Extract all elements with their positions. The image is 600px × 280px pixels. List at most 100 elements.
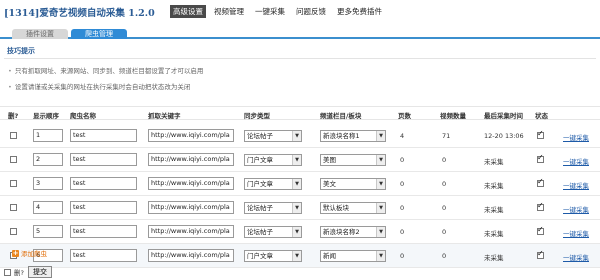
sync-type-select[interactable]: 论坛帖子 ▼ [244,202,302,214]
order-input[interactable]: 5 [33,225,63,238]
last-collected-value: 未采集 [484,182,504,190]
last-collected-value: 未采集 [484,230,504,238]
sync-type-select[interactable]: 门户文章 ▼ [244,250,302,262]
add-icon: + [12,248,19,257]
keyword-url-input[interactable]: http://www.iqiyi.com/pla [148,225,234,238]
keyword-url-input[interactable]: http://www.iqiyi.com/pla [148,201,234,214]
col-keyword: 抓取关键字 [148,112,181,120]
table-row: 4 test http://www.iqiyi.com/pla 论坛帖子 ▼ 默认板块 ▼ 0… [0,196,600,220]
dropdown-arrow-icon: ▼ [292,179,301,189]
col-order: 显示顺序 [33,112,59,120]
status-checkbox[interactable] [537,225,544,235]
row-delete-checkbox[interactable] [10,228,17,235]
pages-value: 4 [400,132,405,140]
channel-select[interactable]: 新浪块名称2 ▼ [320,226,386,238]
collect-now-link[interactable]: 一键采集 [563,204,589,214]
collect-now-link[interactable]: 一键采集 [563,228,589,238]
app-title: [1314]爱奇艺视频自动采集 1.2.0 [4,8,155,19]
status-checkbox[interactable] [537,177,544,187]
pages-value: 0 [400,156,405,164]
dropdown-arrow-icon: ▼ [376,251,385,261]
dropdown-arrow-icon: ▼ [376,155,385,165]
col-channel: 频道栏目/板块 [320,112,362,120]
footer-actions: 删? 提交 [4,266,52,278]
nav-one-click-collect[interactable]: 一键采集 [252,5,288,18]
row-delete-checkbox[interactable] [10,156,17,163]
last-collected-value: 未采集 [484,158,504,166]
pages-value: 0 [400,252,405,260]
name-input[interactable]: test [70,201,137,214]
collect-now-link[interactable]: 一键采集 [563,156,589,166]
col-status: 状态 [535,112,548,120]
dropdown-arrow-icon: ▼ [376,131,385,141]
name-input[interactable]: test [70,249,137,262]
delete-all-checkbox[interactable] [4,268,11,276]
last-collected-value: 12-20 13:06 [484,132,524,140]
sync-type-select[interactable]: 论坛帖子 ▼ [244,226,302,238]
dropdown-arrow-icon: ▼ [292,251,301,261]
table-row: 5 test http://www.iqiyi.com/pla 论坛帖子 ▼ 新浪块名称2… [0,220,600,244]
col-last-collected: 最后采集时间 [484,112,523,120]
video-count-value: 71 [442,132,451,140]
video-count-value: 0 [442,252,447,260]
col-name: 爬虫名称 [70,112,96,120]
channel-select[interactable]: 新浪块名称1 ▼ [320,130,386,142]
tips-heading: 技巧提示 [4,46,596,59]
sync-type-select[interactable]: 门户文章 ▼ [244,178,302,190]
dropdown-arrow-icon: ▼ [292,155,301,165]
top-header: [1314]爱奇艺视频自动采集 1.2.0 高级设置 视频管理 一键采集 问题反… [0,0,600,22]
nav-video-manage[interactable]: 视频管理 [211,5,247,18]
order-input[interactable]: 1 [33,129,63,142]
name-input[interactable]: test [70,129,137,142]
status-checkbox[interactable] [537,249,544,259]
name-input[interactable]: test [70,153,137,166]
keyword-url-input[interactable]: http://www.iqiyi.com/pla [148,153,234,166]
name-input[interactable]: test [70,225,137,238]
row-delete-checkbox[interactable] [10,180,17,187]
add-crawler-row: + 添加爬虫 [12,248,47,258]
row-delete-checkbox[interactable] [10,204,17,211]
sync-type-select[interactable]: 论坛帖子 ▼ [244,130,302,142]
table-row: 3 test http://www.iqiyi.com/pla 门户文章 ▼ 美文 ▼ 0 0 未… [0,172,600,196]
bullet-icon: • [8,67,12,75]
submit-button[interactable]: 提交 [27,266,52,278]
last-collected-value: 未采集 [484,206,504,214]
nav-more-plugins[interactable]: 更多免费插件 [334,5,385,18]
pages-value: 0 [400,180,405,188]
channel-select[interactable]: 美图 ▼ [320,154,386,166]
status-checkbox[interactable] [537,153,544,163]
col-pages: 页数 [398,112,411,120]
channel-select[interactable]: 美文 ▼ [320,178,386,190]
sync-type-select[interactable]: 门户文章 ▼ [244,154,302,166]
collect-now-link[interactable]: 一键采集 [563,132,589,142]
collect-now-link[interactable]: 一键采集 [563,252,589,262]
collect-now-link[interactable]: 一键采集 [563,180,589,190]
order-input[interactable]: 2 [33,153,63,166]
keyword-url-input[interactable]: http://www.iqiyi.com/pla [148,249,234,262]
table-header: 删? 显示顺序 爬虫名称 抓取关键字 同步类型 频道栏目/板块 页数 视频数量 … [0,106,600,120]
dropdown-arrow-icon: ▼ [292,131,301,141]
status-checkbox[interactable] [537,201,544,211]
table-row: 1 test http://www.iqiyi.com/pla 论坛帖子 ▼ 新浪块名称1… [0,124,600,148]
order-input[interactable]: 4 [33,201,63,214]
nav-advanced-settings[interactable]: 高级设置 [170,5,206,18]
pages-value: 0 [400,204,405,212]
col-delete: 删? [8,112,19,120]
channel-select[interactable]: 默认板块 ▼ [320,202,386,214]
status-checkbox[interactable] [537,129,544,139]
keyword-url-input[interactable]: http://www.iqiyi.com/pla [148,177,234,190]
table-row: 6 test http://www.iqiyi.com/pla 门户文章 ▼ 新闻 ▼ 0 0 未… [0,244,600,268]
video-count-value: 0 [442,180,447,188]
add-crawler-link[interactable]: 添加爬虫 [21,248,47,258]
tab-crawler-manage[interactable]: 爬虫管理 [71,29,127,39]
nav-feedback[interactable]: 问题反馈 [293,5,329,18]
table-row: 2 test http://www.iqiyi.com/pla 门户文章 ▼ 美图 ▼ 0 0 未… [0,148,600,172]
tab-plugin-settings[interactable]: 插件设置 [12,29,68,39]
name-input[interactable]: test [70,177,137,190]
video-count-value: 0 [442,228,447,236]
order-input[interactable]: 3 [33,177,63,190]
row-delete-checkbox[interactable] [10,132,17,139]
tab-bar: 插件设置 爬虫管理 [0,27,600,39]
keyword-url-input[interactable]: http://www.iqiyi.com/pla [148,129,234,142]
channel-select[interactable]: 新闻 ▼ [320,250,386,262]
